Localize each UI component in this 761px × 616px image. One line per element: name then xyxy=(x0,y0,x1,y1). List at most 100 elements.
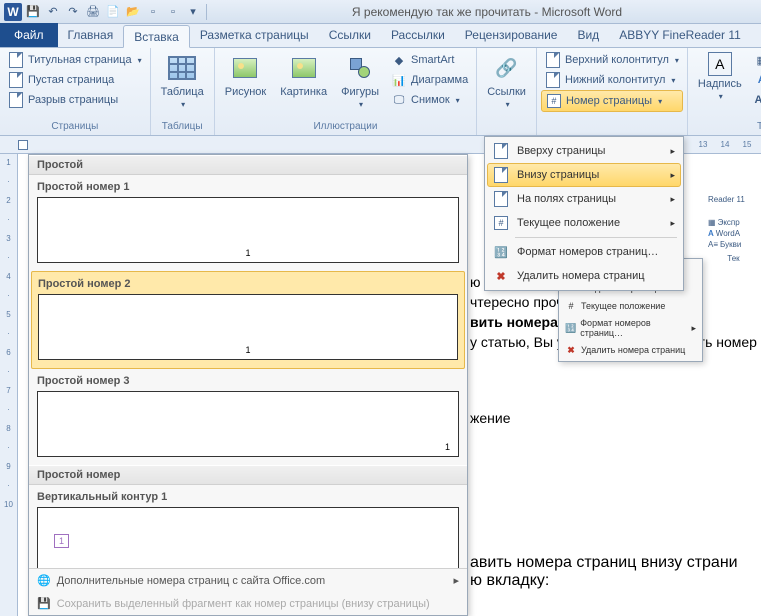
ruler-tick: 13 xyxy=(693,140,713,149)
save-icon: 💾 xyxy=(37,597,51,610)
wordart-button[interactable]: AWordArt▾ xyxy=(750,70,761,90)
side-line: AWordA xyxy=(706,228,761,239)
hash-icon: # xyxy=(565,300,577,312)
gallery-item[interactable]: Вертикальный контур 1 1 xyxy=(29,485,467,568)
format-icon: 🔢 xyxy=(493,244,509,260)
menu-bottom-of-page[interactable]: Внизу страницы▸ xyxy=(487,163,681,187)
group-header-footer: Верхний колонтитул▾ Нижний колонтитул▾ #… xyxy=(537,48,687,135)
quickparts-button[interactable]: ▦Экспресс-бло xyxy=(750,50,761,70)
table-icon xyxy=(168,56,196,80)
gallery-item-name: Вертикальный контур 1 xyxy=(37,487,459,507)
format-icon: 🔢 xyxy=(565,322,576,334)
group-label: Иллюстрации xyxy=(219,120,472,133)
more-page-numbers-button[interactable]: 🌐 Дополнительные номера страниц с сайта … xyxy=(29,569,467,592)
chart-icon: 📊 xyxy=(391,72,407,88)
page-break-button[interactable]: Разрыв страницы xyxy=(4,90,146,110)
tab-insert[interactable]: Вставка xyxy=(123,25,190,48)
table-button[interactable]: Таблица▾ xyxy=(155,50,210,113)
gallery-item-name: Простой номер 3 xyxy=(37,371,459,391)
cover-page-button[interactable]: Титульная страница▾ xyxy=(4,50,146,70)
group-illustrations: Рисунок Картинка Фигуры▾ ◆SmartArt 📊Диаг… xyxy=(215,48,477,135)
tab-view[interactable]: Вид xyxy=(567,24,609,47)
chevron-down-icon: ▾ xyxy=(671,76,675,85)
group-label xyxy=(481,131,532,133)
qat-print-icon[interactable]: 🖨 xyxy=(84,3,102,21)
footer-icon xyxy=(546,72,560,88)
page-icon xyxy=(9,52,23,68)
tab-review[interactable]: Рецензирование xyxy=(455,24,568,47)
page-icon xyxy=(494,191,508,207)
screenshot-button[interactable]: 🖵Снимок▾ xyxy=(387,90,472,110)
chevron-down-icon: ▾ xyxy=(181,100,185,109)
chevron-down-icon: ▾ xyxy=(456,96,460,105)
doc-line: жение xyxy=(470,410,761,426)
qat-save-icon[interactable]: 💾 xyxy=(24,3,42,21)
submenu-current[interactable]: #Текущее положение xyxy=(561,297,700,315)
submenu-remove[interactable]: ✖Удалить номера страниц xyxy=(561,341,700,359)
page-number-icon: # xyxy=(547,94,561,108)
menu-separator xyxy=(515,237,677,238)
tab-abbyy[interactable]: ABBYY FineReader 11 xyxy=(609,24,751,47)
gallery-item[interactable]: Простой номер 1 1 xyxy=(29,175,467,271)
qat-more-icon[interactable]: ▾ xyxy=(184,3,202,21)
submenu-format[interactable]: 🔢Формат номеров страниц…▸ xyxy=(561,315,700,341)
ribbon: Титульная страница▾ Пустая страница Разр… xyxy=(0,48,761,136)
chart-button[interactable]: 📊Диаграмма xyxy=(387,70,472,90)
gallery-item[interactable]: Простой номер 3 1 xyxy=(29,369,467,465)
dropcap-button[interactable]: A≡Буквица▾ xyxy=(750,90,761,110)
side-line: Reader 11 xyxy=(706,194,761,205)
picture-button[interactable]: Рисунок xyxy=(219,50,273,100)
menu-current-position[interactable]: #Текущее положение▸ xyxy=(487,211,681,235)
ribbon-tabs: Файл Главная Вставка Разметка страницы С… xyxy=(0,24,761,48)
menu-page-margins[interactable]: На полях страницы▸ xyxy=(487,187,681,211)
gallery-thumb: 1 xyxy=(37,197,459,263)
shapes-button[interactable]: Фигуры▾ xyxy=(335,50,385,113)
page-number-button[interactable]: #Номер страницы▾ xyxy=(541,90,683,112)
textbox-button[interactable]: AНадпись▾ xyxy=(692,50,748,105)
wordart-icon: A xyxy=(754,72,761,88)
clipart-button[interactable]: Картинка xyxy=(274,50,333,100)
qat-separator xyxy=(206,4,207,20)
page-icon xyxy=(9,72,23,88)
chevron-down-icon: ▾ xyxy=(719,92,723,101)
tab-file[interactable]: Файл xyxy=(0,23,58,47)
menu-format-numbers[interactable]: 🔢Формат номеров страниц… xyxy=(487,240,681,264)
window-title: Я рекомендую так же прочитать - Microsof… xyxy=(213,5,761,19)
qat-item-icon[interactable]: ▫ xyxy=(144,3,162,21)
tab-home[interactable]: Главная xyxy=(58,24,124,47)
qat-redo-icon[interactable]: ↷ xyxy=(64,3,82,21)
blank-page-button[interactable]: Пустая страница xyxy=(4,70,146,90)
qat-new-icon[interactable]: 📄 xyxy=(104,3,122,21)
header-button[interactable]: Верхний колонтитул▾ xyxy=(541,50,683,70)
title-bar: W 💾 ↶ ↷ 🖨 📄 📂 ▫ ▫ ▾ Я рекомендую так же … xyxy=(0,0,761,24)
side-line: A≡Букви xyxy=(706,239,761,250)
menu-top-of-page[interactable]: Вверху страницы▸ xyxy=(487,139,681,163)
gallery-item-name: Простой номер 1 xyxy=(37,177,459,197)
group-text: AНадпись▾ ▦Экспресс-бло AWordArt▾ A≡Букв… xyxy=(687,48,761,135)
gallery-thumb: 1 xyxy=(37,507,459,568)
page-icon xyxy=(494,143,508,159)
qat-open-icon[interactable]: 📂 xyxy=(124,3,142,21)
ruler-tick: 1 xyxy=(6,158,10,167)
qat-item2-icon[interactable]: ▫ xyxy=(164,3,182,21)
menu-remove-numbers[interactable]: ✖Удалить номера страниц xyxy=(487,264,681,288)
links-button[interactable]: 🔗Ссылки▾ xyxy=(481,50,532,113)
doc-line: ю вкладку: xyxy=(470,572,761,590)
break-icon xyxy=(9,92,23,108)
more-label: Дополнительные номера страниц с сайта Of… xyxy=(57,575,325,587)
smartart-button[interactable]: ◆SmartArt xyxy=(387,50,472,70)
remove-icon: ✖ xyxy=(493,268,509,284)
group-label: Текст xyxy=(692,120,761,133)
group-label: Страницы xyxy=(4,120,146,133)
qat-undo-icon[interactable]: ↶ xyxy=(44,3,62,21)
side-line: Тек xyxy=(706,250,761,264)
tab-mailings[interactable]: Рассылки xyxy=(381,24,455,47)
smartart-icon: ◆ xyxy=(391,52,407,68)
word-app-icon[interactable]: W xyxy=(4,3,22,21)
tab-layout[interactable]: Разметка страницы xyxy=(190,24,319,47)
footer-button[interactable]: Нижний колонтитул▾ xyxy=(541,70,683,90)
vertical-ruler[interactable]: 1·2·3·4·5·6·7·8·9·10 xyxy=(0,154,18,616)
tab-references[interactable]: Ссылки xyxy=(319,24,381,47)
remove-icon: ✖ xyxy=(565,344,577,356)
gallery-item-selected[interactable]: Простой номер 2 1 xyxy=(31,271,465,369)
